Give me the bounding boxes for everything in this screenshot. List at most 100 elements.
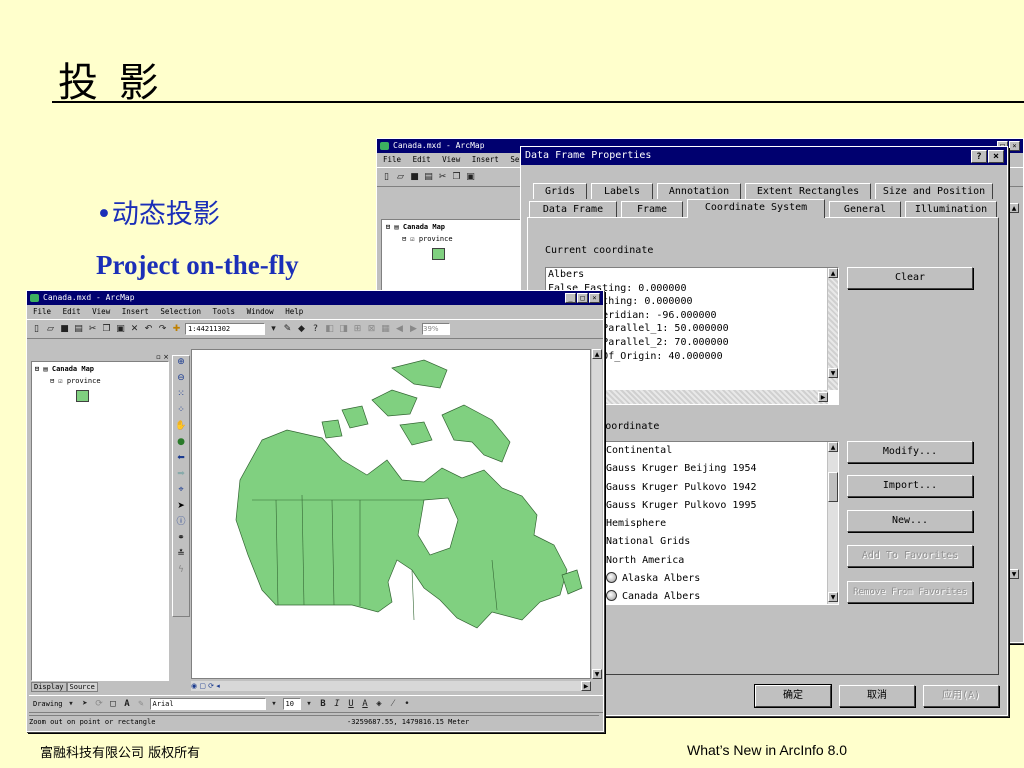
import-button[interactable]: Import...: [847, 475, 973, 497]
apply-button[interactable]: 应用(A): [923, 685, 999, 707]
help-button[interactable]: ?: [971, 150, 987, 163]
map-hscroll[interactable]: ◉ ▢ ⟳ ◂ ▶: [191, 681, 591, 691]
list-item[interactable]: Gauss Kruger Pulkovo 1995: [606, 497, 757, 515]
back-right-scrollbar[interactable]: ▲ ▼: [1008, 199, 1020, 639]
tab-labels[interactable]: Labels: [591, 183, 653, 199]
map-view[interactable]: [191, 349, 591, 679]
print-icon[interactable]: ▤: [73, 324, 84, 335]
toc-frame[interactable]: ⊟ ▤ Canada Map: [35, 365, 94, 373]
map-vscroll[interactable]: ▲ ▼: [592, 349, 602, 679]
list-item[interactable]: National Grids: [606, 533, 757, 551]
identify-tool-icon[interactable]: ◆: [296, 324, 307, 335]
select-features-icon[interactable]: ⌖: [175, 484, 187, 497]
maximize-button[interactable]: □: [577, 293, 588, 303]
map-scroll-right-icon[interactable]: ▶: [581, 681, 591, 691]
rotate-icon[interactable]: ⟳: [94, 699, 105, 710]
tab-grids[interactable]: Grids: [533, 183, 587, 199]
current-box-vscroll[interactable]: ▲ ▼: [827, 268, 838, 390]
add-to-favorites-button[interactable]: Add To Favorites: [847, 545, 973, 567]
menu-tools[interactable]: Tools: [213, 307, 236, 316]
tab-size-and-position[interactable]: Size and Position: [875, 183, 993, 199]
layout-view-icon[interactable]: ◉ ▢ ⟳ ◂: [191, 682, 220, 690]
font-size-input[interactable]: 10: [282, 698, 301, 710]
close-button[interactable]: ×: [589, 293, 600, 303]
underline-icon[interactable]: U: [346, 699, 357, 710]
map-scroll-up-icon[interactable]: ▲: [592, 349, 602, 359]
dialog-close-button[interactable]: ×: [988, 150, 1004, 163]
menu-help[interactable]: Help: [285, 307, 303, 316]
back-arrow-icon[interactable]: ⬅: [175, 452, 187, 465]
select-elements-pointer-icon[interactable]: ➤: [175, 500, 187, 513]
tab-annotation[interactable]: Annotation: [657, 183, 741, 199]
minimize-button[interactable]: _: [565, 293, 576, 303]
ok-button[interactable]: 确定: [755, 685, 831, 707]
font-color-icon[interactable]: A: [360, 699, 371, 710]
menu-selection[interactable]: Selection: [160, 307, 201, 316]
layout-pan-icon[interactable]: ⊞: [352, 324, 363, 335]
current-scroll-right-icon[interactable]: ▶: [818, 392, 828, 402]
current-scroll-down-icon[interactable]: ▼: [828, 368, 838, 378]
list-scroll-up-icon[interactable]: ▲: [828, 442, 838, 452]
editor-icon[interactable]: ✎: [282, 324, 293, 335]
layout-fixed-zoom-icon[interactable]: ⊠: [366, 324, 377, 335]
paste-icon[interactable]: ▣: [115, 324, 126, 335]
zoom-out-icon[interactable]: ⊖: [175, 372, 187, 385]
coordinate-list-vscroll[interactable]: ▲ ▼: [827, 442, 838, 604]
remove-from-favorites-button[interactable]: Remove From Favorites: [847, 581, 973, 603]
whats-this-icon[interactable]: ?: [310, 324, 321, 335]
back-scroll-down-icon[interactable]: ▼: [1009, 569, 1019, 579]
list-item[interactable]: Continental: [606, 442, 757, 460]
menu-edit[interactable]: Edit: [63, 307, 81, 316]
save-icon[interactable]: ■: [59, 324, 70, 335]
open-folder-icon[interactable]: ▱: [45, 324, 56, 335]
tab-illumination[interactable]: Illumination: [905, 201, 997, 217]
delete-icon[interactable]: ✕: [129, 324, 140, 335]
rectangle-tool-icon[interactable]: □: [108, 699, 119, 710]
line-color-icon[interactable]: ⁄: [388, 699, 399, 710]
tab-extent-rectangles[interactable]: Extent Rectangles: [745, 183, 871, 199]
spline-text-icon[interactable]: ✎: [136, 699, 147, 710]
full-extent-globe-icon[interactable]: ●: [175, 436, 187, 449]
bold-icon[interactable]: B: [318, 699, 329, 710]
cut-icon[interactable]: ✂: [87, 324, 98, 335]
marker-color-icon[interactable]: •: [402, 699, 413, 710]
print-icon[interactable]: ▤: [423, 172, 434, 183]
select-pointer-icon[interactable]: ➤: [80, 699, 91, 710]
current-scroll-up-icon[interactable]: ▲: [828, 268, 838, 278]
menu-insert[interactable]: Insert: [122, 307, 149, 316]
list-scroll-down-icon[interactable]: ▼: [828, 592, 838, 602]
cut-icon[interactable]: ✂: [437, 172, 448, 183]
copy-icon[interactable]: ❐: [101, 324, 112, 335]
new-button[interactable]: New...: [847, 510, 973, 532]
new-doc-icon[interactable]: ▯: [381, 172, 392, 183]
map-scroll-down-icon[interactable]: ▼: [592, 669, 602, 679]
tab-data-frame[interactable]: Data Frame: [529, 201, 617, 217]
tab-general[interactable]: General: [829, 201, 901, 217]
undo-icon[interactable]: ↶: [143, 324, 154, 335]
font-dropdown-icon[interactable]: ▾: [269, 699, 280, 710]
drawing-dropdown-icon[interactable]: ▾: [66, 699, 77, 710]
zoom-percent-input[interactable]: 39%: [422, 323, 450, 335]
forward-arrow-icon[interactable]: ➡: [175, 468, 187, 481]
menu-view[interactable]: View: [92, 307, 110, 316]
layout-back-icon[interactable]: ◀: [394, 324, 405, 335]
list-item[interactable]: Gauss Kruger Beijing 1954: [606, 460, 757, 478]
tab-display[interactable]: Display: [31, 682, 67, 692]
tab-source[interactable]: Source: [66, 682, 98, 692]
tab-frame[interactable]: Frame: [621, 201, 683, 217]
zoom-in-icon[interactable]: ⊕: [175, 356, 187, 369]
layout-tool-icon[interactable]: ◧: [324, 324, 335, 335]
fixed-zoom-in-icon[interactable]: ⁙: [175, 388, 187, 401]
redo-icon[interactable]: ↷: [157, 324, 168, 335]
menu-file[interactable]: File: [33, 307, 51, 316]
toc-layer[interactable]: ⊟ ☑ province: [50, 377, 101, 385]
list-item[interactable]: North America: [606, 552, 757, 570]
identify-info-icon[interactable]: ⓘ: [175, 516, 187, 529]
list-item[interactable]: Gauss Kruger Pulkovo 1942: [606, 479, 757, 497]
copy-icon[interactable]: ❐: [451, 172, 462, 183]
back-menu-file[interactable]: File: [383, 155, 401, 164]
new-doc-icon[interactable]: ▯: [31, 324, 42, 335]
back-scroll-up-icon[interactable]: ▲: [1009, 203, 1019, 213]
layout-forward-icon[interactable]: ▶: [408, 324, 419, 335]
back-menu-edit[interactable]: Edit: [413, 155, 431, 164]
